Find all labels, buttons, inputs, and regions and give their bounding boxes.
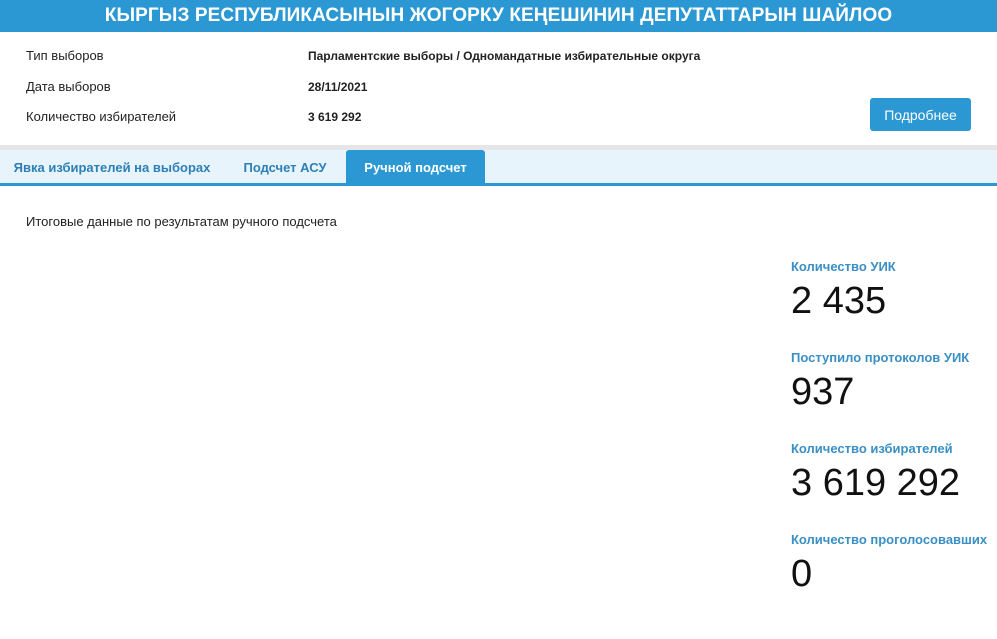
page-header-title: КЫРГЫЗ РЕСПУБЛИКАСЫНЫН ЖОГОРКУ КЕҢЕШИНИН… — [0, 0, 997, 32]
election-type-label: Тип выборов — [26, 48, 104, 63]
tab-voter-turnout[interactable]: Явка избирателей на выборах — [0, 150, 224, 183]
voters-count-value: 3 619 292 — [308, 110, 362, 124]
tab-asu-count[interactable]: Подсчет АСУ — [224, 150, 346, 183]
election-date-value: 28/11/2021 — [308, 80, 368, 94]
stat-voters: Количество избирателей 3 619 292 — [791, 441, 991, 505]
election-info-panel: Тип выборов Парламентские выборы / Одном… — [0, 32, 997, 145]
stat-label: Количество проголосовавших — [791, 532, 988, 547]
section-subtitle: Итоговые данные по результатам ручного п… — [26, 214, 337, 229]
stat-label: Поступило протоколов УИК — [791, 350, 970, 365]
results-tabs: Явка избирателей на выборах Подсчет АСУ … — [0, 150, 997, 183]
stat-value: 3 619 292 — [791, 462, 961, 504]
tabs-underline — [0, 183, 997, 186]
tab-manual-count[interactable]: Ручной подсчет — [346, 150, 485, 183]
stat-value: 937 — [791, 371, 855, 413]
stat-polling-stations: Количество УИК 2 435 — [791, 259, 991, 323]
stat-value: 2 435 — [791, 280, 887, 322]
stat-protocols-received: Поступило протоколов УИК 937 — [791, 350, 991, 414]
election-date-label: Дата выборов — [26, 79, 111, 94]
voters-count-label: Количество избирателей — [26, 109, 177, 124]
more-details-button[interactable]: Подробнее — [870, 98, 971, 131]
stat-label: Количество избирателей — [791, 441, 953, 456]
stat-label: Количество УИК — [791, 259, 896, 274]
election-type-value: Парламентские выборы / Одномандатные изб… — [308, 49, 701, 63]
stat-value: 0 — [791, 553, 813, 595]
stat-voted: Количество проголосовавших 0 — [791, 532, 991, 596]
